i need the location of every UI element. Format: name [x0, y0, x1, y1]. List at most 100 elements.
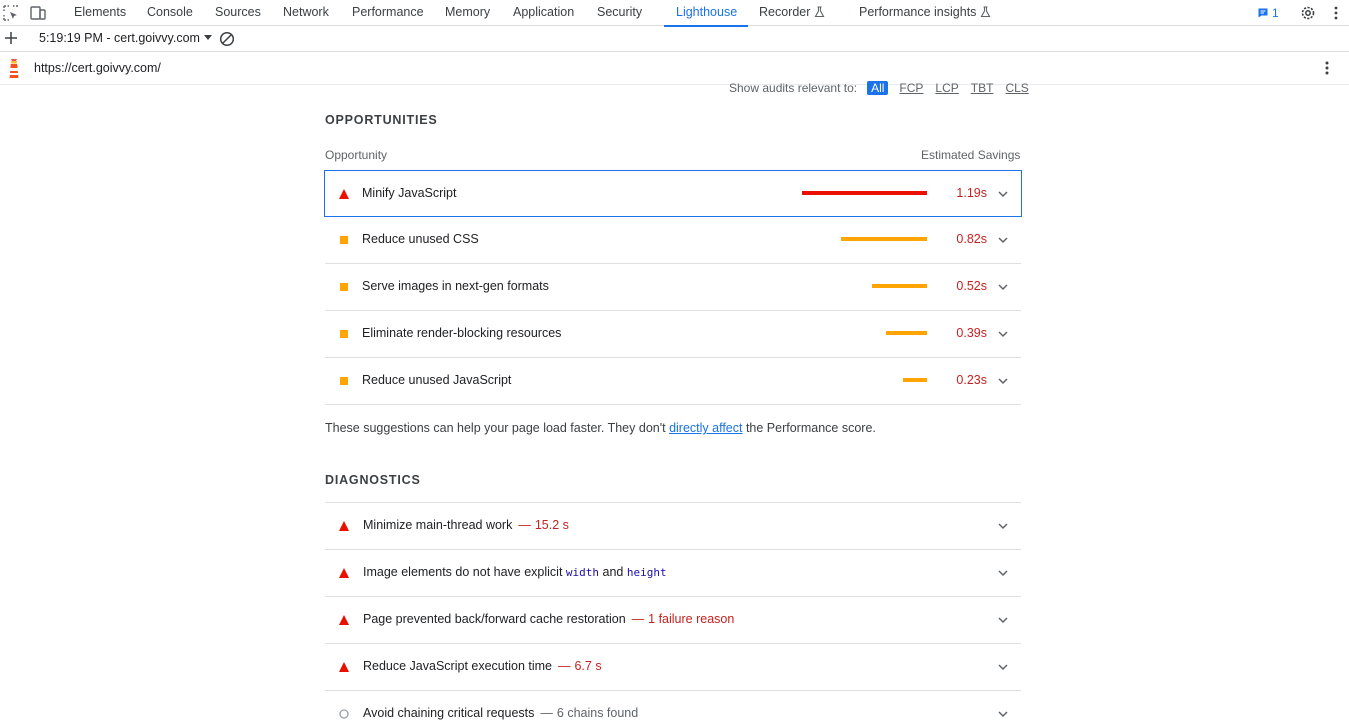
chevron-down-icon[interactable]	[997, 567, 1009, 579]
diagnostic-row[interactable]: Image elements do not have explicit widt…	[325, 549, 1021, 596]
fail-triangle-icon	[339, 615, 349, 625]
tab-performance-insights-label: Performance insights	[859, 5, 977, 19]
diagnostic-title: Reduce JavaScript execution time —6.7 s	[363, 659, 602, 673]
filter-chip-tbt[interactable]: TBT	[970, 81, 995, 95]
average-square-icon	[340, 330, 348, 338]
diagnostic-title: Image elements do not have explicit widt…	[363, 565, 667, 579]
opportunity-title: Eliminate render-blocking resources	[362, 326, 562, 340]
savings-bar	[802, 191, 927, 195]
info-circle-icon	[339, 709, 349, 719]
more-options-icon[interactable]	[1327, 4, 1345, 22]
device-toolbar-icon[interactable]	[29, 4, 47, 22]
devtools-tab-bar: Elements Console Sources Network Perform…	[0, 0, 1349, 27]
metric-filter-label: Show audits relevant to:	[729, 81, 858, 95]
lighthouse-logo-icon	[9, 59, 19, 78]
opportunity-row[interactable]: Serve images in next-gen formats 0.52s	[325, 264, 1021, 311]
opportunity-row[interactable]: Eliminate render-blocking resources 0.39…	[325, 311, 1021, 358]
chevron-down-icon[interactable]	[997, 708, 1009, 720]
savings-bar	[872, 284, 927, 288]
tab-performance-insights[interactable]: Performance insights	[859, 0, 991, 26]
diagnostic-row[interactable]: Reduce JavaScript execution time —6.7 s	[325, 643, 1021, 690]
diagnostic-title-text: Minimize main-thread work	[363, 518, 513, 532]
chevron-down-icon[interactable]	[997, 520, 1009, 532]
issues-counter[interactable]: 1	[1257, 5, 1279, 21]
diagnostic-title-text: Page prevented back/forward cache restor…	[363, 612, 626, 626]
savings-bar	[841, 237, 927, 241]
tab-security[interactable]: Security	[597, 0, 642, 26]
note-text-before: These suggestions can help your page loa…	[325, 421, 670, 435]
fail-triangle-icon	[339, 189, 349, 199]
diagnostic-row[interactable]: Page prevented back/forward cache restor…	[325, 596, 1021, 643]
tab-recorder[interactable]: Recorder	[759, 0, 825, 26]
opportunity-row[interactable]: Minify JavaScript 1.19s	[324, 170, 1022, 217]
average-square-icon	[340, 377, 348, 385]
tab-memory[interactable]: Memory	[445, 0, 490, 26]
tab-console[interactable]: Console	[147, 0, 193, 26]
metric-filter: Show audits relevant to: All FCP LCP TBT…	[729, 81, 1030, 95]
opportunity-column-header: Opportunity	[325, 148, 388, 162]
tab-application[interactable]: Application	[513, 0, 574, 26]
filter-chip-all[interactable]: All	[867, 81, 889, 95]
separator-dash: —	[540, 706, 553, 720]
new-report-plus-icon[interactable]	[3, 30, 19, 46]
chevron-down-icon[interactable]	[997, 328, 1009, 340]
diagnostics-heading: DIAGNOSTICS	[325, 473, 421, 487]
separator-dash: —	[557, 659, 571, 673]
diagnostic-row[interactable]: Minimize main-thread work —15.2 s	[325, 502, 1021, 549]
savings-column-header: Estimated Savings	[921, 148, 1021, 162]
average-square-icon	[340, 283, 348, 291]
tab-performance[interactable]: Performance	[352, 0, 424, 26]
chevron-down-icon[interactable]	[997, 614, 1009, 626]
tab-network[interactable]: Network	[283, 0, 329, 26]
savings-bar	[903, 378, 927, 382]
tab-sources[interactable]: Sources	[215, 0, 261, 26]
opportunities-note: These suggestions can help your page loa…	[325, 421, 876, 435]
tab-elements[interactable]: Elements	[74, 0, 126, 26]
savings-value: 0.23s	[956, 373, 987, 387]
diagnostic-title: Page prevented back/forward cache restor…	[363, 612, 734, 626]
inspect-element-icon[interactable]	[2, 4, 20, 22]
diagnostic-detail: 1 failure reason	[648, 612, 735, 626]
diagnostic-title-text: Avoid chaining critical requests	[363, 706, 535, 720]
filter-chip-cls[interactable]: CLS	[1004, 81, 1029, 95]
separator-dash: —	[518, 518, 531, 532]
diagnostic-row[interactable]: Avoid chaining critical requests —6 chain…	[325, 690, 1021, 723]
report-selector[interactable]: 5:19:19 PM - cert.goivvy.com	[39, 31, 212, 45]
savings-value: 0.52s	[956, 279, 987, 293]
diagnostic-detail: 6.7 s	[574, 659, 602, 673]
savings-value: 0.39s	[956, 326, 987, 340]
experiment-flask-icon	[980, 6, 991, 18]
diagnostic-title: Avoid chaining critical requests —6 chain…	[363, 706, 638, 720]
experiment-flask-icon	[814, 6, 825, 18]
filter-chip-fcp[interactable]: FCP	[898, 81, 924, 95]
report-url-bar: https://cert.goivvy.com/	[0, 52, 1349, 85]
settings-gear-icon[interactable]	[1299, 4, 1317, 22]
savings-value: 1.19s	[956, 186, 987, 200]
chevron-down-icon[interactable]	[997, 234, 1009, 246]
tab-lighthouse-label: Lighthouse	[676, 5, 738, 19]
opportunity-row[interactable]: Reduce unused CSS 0.82s	[325, 217, 1021, 264]
diagnostic-title-text: Reduce JavaScript execution time	[363, 659, 552, 673]
issues-count: 1	[1272, 6, 1279, 20]
filter-chip-lcp[interactable]: LCP	[934, 81, 959, 95]
code-width: width	[565, 566, 600, 579]
diagnostic-title-text: and	[599, 565, 627, 579]
chevron-down-icon[interactable]	[997, 188, 1009, 200]
chevron-down-icon[interactable]	[997, 281, 1009, 293]
chevron-down-icon[interactable]	[997, 661, 1009, 673]
report-selector-label: 5:19:19 PM - cert.goivvy.com	[39, 31, 200, 45]
code-height: height	[626, 566, 667, 579]
opportunity-row[interactable]: Reduce unused JavaScript 0.23s	[325, 358, 1021, 405]
directly-affect-link[interactable]: directly affect	[669, 421, 742, 435]
report-menu-icon[interactable]	[1319, 60, 1335, 76]
tab-recorder-label: Recorder	[759, 5, 811, 19]
tab-lighthouse[interactable]: Lighthouse	[664, 0, 748, 27]
savings-bar	[886, 331, 927, 335]
clear-all-icon[interactable]	[219, 31, 235, 47]
diagnostic-detail: 6 chains found	[556, 706, 639, 720]
opportunity-title: Reduce unused JavaScript	[362, 373, 512, 387]
average-square-icon	[340, 236, 348, 244]
diagnostic-title-text: Image elements do not have explicit	[363, 565, 566, 579]
chevron-down-icon[interactable]	[997, 375, 1009, 387]
issues-icon	[1258, 8, 1268, 18]
